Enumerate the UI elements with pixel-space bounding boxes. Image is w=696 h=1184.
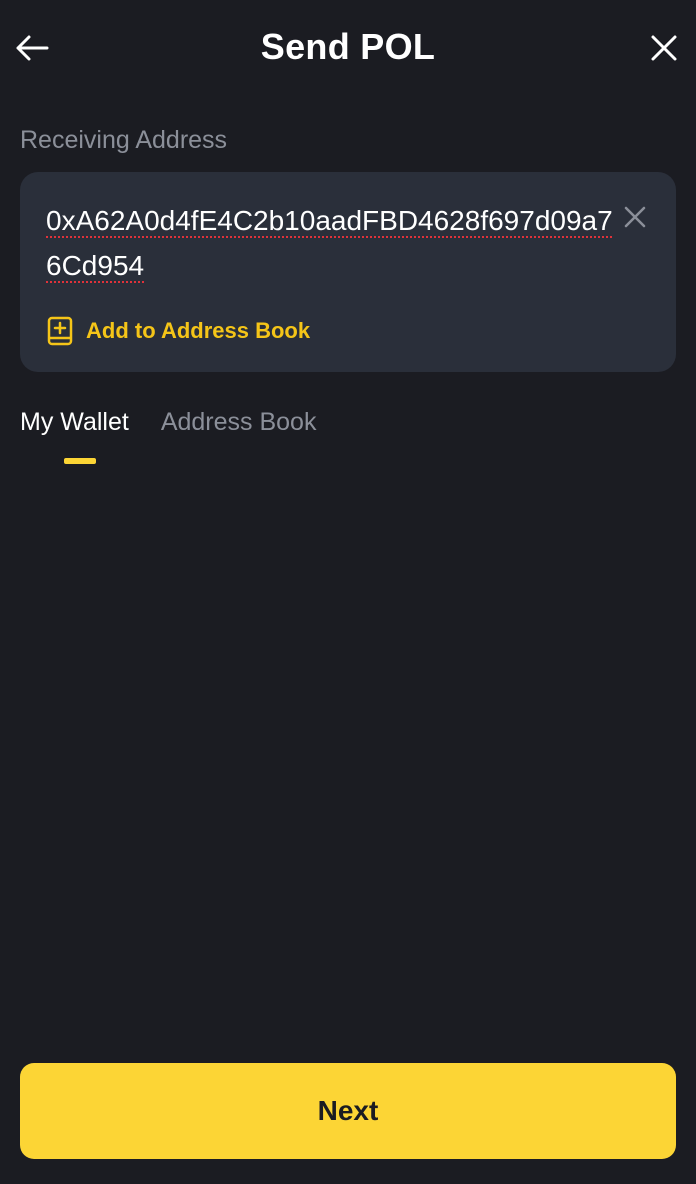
next-button[interactable]: Next [20,1063,676,1159]
clear-icon [624,206,646,228]
address-book-plus-icon [47,316,73,346]
add-to-address-book-label: Add to Address Book [86,318,311,343]
receiving-address-label: Receiving Address [20,126,228,154]
tab-bar: My Wallet Address Book [20,408,348,468]
close-icon [651,35,677,61]
receiving-address-card: 0xA62A0d4fE4C2b10aadFBD4628f697d09a76Cd9… [20,172,676,372]
clear-address-button[interactable] [620,202,650,232]
tab-address-book-label: Address Book [160,408,317,436]
tab-my-wallet-label: My Wallet [20,408,129,436]
active-tab-indicator [64,458,96,464]
tab-address-book[interactable]: Address Book [161,408,317,468]
page-title: Send POL [260,26,436,67]
address-input[interactable]: 0xA62A0d4fE4C2b10aadFBD4628f697d09a76Cd9… [46,198,614,288]
tab-my-wallet[interactable]: My Wallet [20,408,129,468]
close-button[interactable] [644,28,684,68]
header: Send POL [0,0,696,96]
next-button-label: Next [317,1095,379,1126]
add-to-address-book-button[interactable]: Add to Address Book [46,314,310,348]
